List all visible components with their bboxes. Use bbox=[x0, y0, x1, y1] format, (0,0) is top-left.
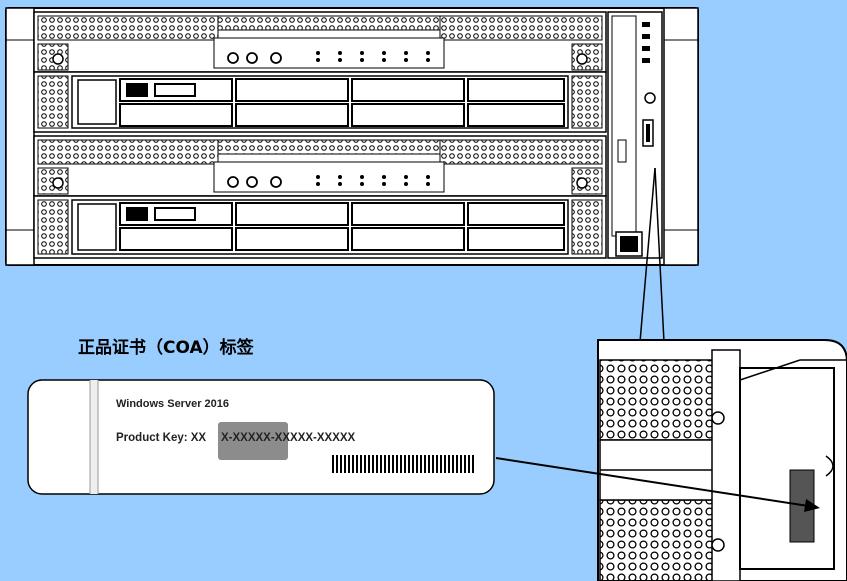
vent-grille bbox=[571, 199, 603, 255]
drive-bay[interactable] bbox=[119, 78, 233, 102]
drive-bay[interactable] bbox=[467, 103, 565, 127]
drive-row-top bbox=[33, 71, 607, 133]
vent-grille bbox=[599, 499, 719, 581]
vent-grille bbox=[439, 15, 603, 41]
vent-grille bbox=[217, 139, 441, 155]
caption-title: 正品证书（COA）标签 bbox=[78, 338, 254, 358]
diagram-canvas bbox=[5, 7, 847, 581]
drive-bay[interactable] bbox=[235, 202, 349, 226]
drive-bay[interactable] bbox=[467, 227, 565, 251]
power-icon[interactable] bbox=[227, 52, 239, 64]
vent-grille bbox=[37, 199, 69, 255]
drive-bay[interactable] bbox=[351, 103, 465, 127]
drive-bay[interactable] bbox=[235, 227, 349, 251]
vent-grille bbox=[571, 75, 603, 129]
drive-bay[interactable] bbox=[351, 78, 465, 102]
vent-grille bbox=[599, 359, 719, 441]
vent-grille bbox=[37, 15, 219, 41]
drive-bay[interactable] bbox=[467, 202, 565, 226]
server-chassis bbox=[5, 7, 699, 266]
drive-bay[interactable] bbox=[119, 227, 233, 251]
server-node-top bbox=[33, 11, 607, 73]
drive-bay[interactable] bbox=[119, 103, 233, 127]
usb-icon[interactable] bbox=[642, 119, 654, 147]
product-key-prefix: Product Key: XX bbox=[116, 432, 207, 444]
drive-bay[interactable] bbox=[351, 202, 465, 226]
vent-grille bbox=[217, 15, 441, 31]
drive-bay[interactable] bbox=[351, 227, 465, 251]
right-rack-ear bbox=[663, 7, 699, 266]
product-key-suffix: X-XXXXX-XXXXX-XXXXX bbox=[221, 432, 356, 444]
zoom-detail-panel bbox=[597, 339, 847, 581]
power-icon[interactable] bbox=[227, 176, 239, 188]
drive-bay[interactable] bbox=[235, 78, 349, 102]
coa-os-name: Windows Server 2016 bbox=[116, 398, 230, 410]
vent-grille bbox=[37, 75, 69, 129]
drive-bay[interactable] bbox=[235, 103, 349, 127]
left-rack-ear bbox=[5, 7, 35, 266]
vent-grille bbox=[439, 139, 603, 165]
barcode bbox=[330, 455, 476, 473]
coa-product-key: Product Key: XX X-XXXXX-XXXXX-XXXXX bbox=[116, 432, 355, 444]
drive-row-bottom bbox=[33, 195, 607, 259]
front-control-panel bbox=[607, 11, 663, 259]
drive-bay[interactable] bbox=[467, 78, 565, 102]
server-node-bottom bbox=[33, 135, 607, 197]
vent-grille bbox=[37, 139, 219, 165]
drive-bay[interactable] bbox=[119, 202, 233, 226]
